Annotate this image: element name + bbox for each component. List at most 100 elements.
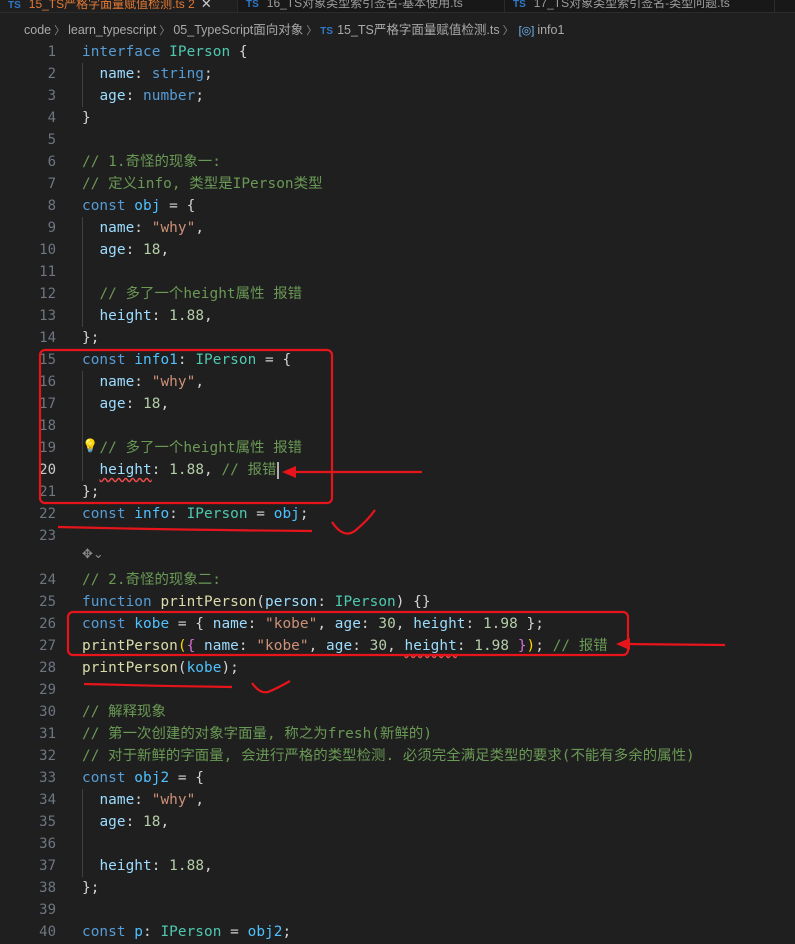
line-number: 29 — [39, 682, 56, 698]
code-token: : — [247, 616, 266, 632]
code-line[interactable]: 1 interface IPerson { — [0, 41, 795, 63]
code-text: const kobe = { name: "kobe", age: 30, he… — [82, 613, 544, 635]
breadcrumb-symbol[interactable]: info1 — [537, 23, 564, 37]
code-line[interactable]: 17 age: 18, — [0, 393, 795, 415]
code-token: : — [134, 220, 152, 236]
tab-file-16[interactable]: TS 16_TS对象类型索引签名-基本使用.ts — [238, 0, 505, 12]
code-token: obj2 — [247, 924, 283, 940]
code-line[interactable]: 34 name: "why", — [0, 789, 795, 811]
code-line[interactable]: 25 function printPerson(person: IPerson) … — [0, 591, 795, 613]
code-line[interactable]: 22 const info: IPerson = obj; — [0, 503, 795, 525]
code-line[interactable]: 35 age: 18, — [0, 811, 795, 833]
line-number: 35 — [39, 814, 56, 830]
code-line[interactable]: 21}; — [0, 481, 795, 503]
code-token: const — [82, 770, 126, 786]
code-editor[interactable]: 1 interface IPerson {2 name: string; 3 age… — [0, 41, 795, 944]
breadcrumb-item[interactable]: learn_typescript — [68, 23, 156, 37]
code-text: age: 18, — [82, 393, 169, 415]
copilot-sparkle-icon[interactable]: ✥⌄ — [82, 547, 104, 562]
breadcrumb-item[interactable]: code — [24, 23, 51, 37]
code-text: printPerson(kobe); — [82, 657, 239, 679]
code-text: // 2.奇怪的现象二: — [82, 569, 221, 591]
code-line[interactable]: 39 — [0, 899, 795, 921]
code-line[interactable]: 2 name: string; — [0, 63, 795, 85]
code-line[interactable]: 36 — [0, 833, 795, 855]
code-line[interactable]: 3 age: number; — [0, 85, 795, 107]
code-line[interactable]: 26 const kobe = { name: "kobe", age: 30, … — [0, 613, 795, 635]
breadcrumb-item[interactable]: 05_TypeScript面向对象 — [173, 23, 303, 37]
code-line[interactable]: 38}; — [0, 877, 795, 899]
code-token: ; — [299, 506, 309, 522]
code-token: ) — [526, 638, 536, 654]
code-token: }; — [82, 880, 100, 896]
code-line[interactable]: 24 // 2.奇怪的现象二: — [0, 569, 795, 591]
code-token: ( — [177, 660, 187, 676]
code-token: , — [204, 858, 213, 874]
code-token: IPerson — [160, 924, 222, 940]
text-cursor — [276, 461, 279, 479]
code-line[interactable]: 20 height: 1.88, // 报错 — [0, 459, 795, 481]
code-text: } — [82, 107, 91, 129]
code-token: "kobe" — [265, 616, 318, 632]
typescript-file-icon: TS — [8, 0, 21, 11]
code-token: // 定义info, 类型是IPerson类型 — [82, 176, 323, 192]
line-number: 26 — [39, 616, 56, 632]
line-number: 3 — [47, 88, 56, 104]
code-line[interactable]: 30 // 解释现象 — [0, 701, 795, 723]
code-line[interactable]: 28 printPerson(kobe); — [0, 657, 795, 679]
code-token: // 1.奇怪的现象一: — [82, 154, 221, 170]
code-line[interactable]: 18 — [0, 415, 795, 437]
code-token: , — [317, 616, 335, 632]
code-line[interactable]: 11 — [0, 261, 795, 283]
code-line[interactable]: 15 const info1: IPerson = { — [0, 349, 795, 371]
code-token: , — [204, 462, 222, 478]
line-number: 6 — [47, 154, 56, 170]
code-line[interactable]: 12 // 多了一个height属性 报错 — [0, 283, 795, 305]
code-text: interface IPerson { — [82, 41, 248, 63]
code-token: , — [160, 814, 170, 830]
breadcrumb-file[interactable]: 15_TS严格字面量赋值检测.ts — [337, 23, 500, 37]
code-line[interactable]: 8 const obj = { — [0, 195, 795, 217]
code-line[interactable]: 16 name: "why", — [0, 371, 795, 393]
code-token: : — [134, 374, 152, 390]
code-token: string — [151, 66, 205, 82]
tab-file-17[interactable]: TS 17_TS对象类型索引签名-类型问题.ts — [505, 0, 775, 12]
line-number: 40 — [39, 924, 56, 940]
code-line[interactable]: 32 // 对于新鲜的字面量, 会进行严格的类型检测. 必须完全满足类型的要求(不… — [0, 745, 795, 767]
code-line[interactable]: 13 height: 1.88, — [0, 305, 795, 327]
code-token: kobe — [134, 616, 170, 632]
code-text: }; — [82, 877, 99, 899]
code-line[interactable]: 4} — [0, 107, 795, 129]
code-line[interactable]: 37 height: 1.88, — [0, 855, 795, 877]
code-line[interactable]: 31 // 第一次创建的对象字面量, 称之为fresh(新鲜的) — [0, 723, 795, 745]
code-line[interactable]: 23 — [0, 525, 795, 547]
code-line[interactable]: 40 const p: IPerson = obj2; — [0, 921, 795, 943]
line-number: 24 — [39, 572, 56, 588]
code-line[interactable]: 33 const obj2 = { — [0, 767, 795, 789]
code-line[interactable]: 9 name: "why", — [0, 217, 795, 239]
code-token: : — [143, 924, 161, 940]
code-token: name — [99, 792, 135, 808]
code-line[interactable]: 29 — [0, 679, 795, 701]
code-token: , — [395, 616, 414, 632]
code-line[interactable]: 19 // 多了一个height属性 报错 — [0, 437, 795, 459]
code-line[interactable]: 7 // 定义info, 类型是IPerson类型 — [0, 173, 795, 195]
lightbulb-icon[interactable]: 💡 — [82, 439, 98, 454]
close-icon[interactable]: ✕ — [201, 0, 212, 11]
code-token: age — [99, 396, 126, 412]
code-text: name: string; — [82, 63, 213, 85]
tab-active-file[interactable]: TS 15_TS严格字面量赋值检测.ts 2 ✕ — [0, 0, 238, 12]
code-line[interactable]: 6 // 1.奇怪的现象一: — [0, 151, 795, 173]
code-text: // 解释现象 — [82, 701, 166, 723]
code-line[interactable]: 5 — [0, 129, 795, 151]
code-line[interactable]: 14}; — [0, 327, 795, 349]
code-token: 1.98 — [482, 616, 518, 632]
code-line[interactable]: 10 age: 18, — [0, 239, 795, 261]
code-line[interactable]: 27 printPerson({ name: "kobe", age: 30, h… — [0, 635, 795, 657]
code-text: age: 18, — [82, 239, 169, 261]
